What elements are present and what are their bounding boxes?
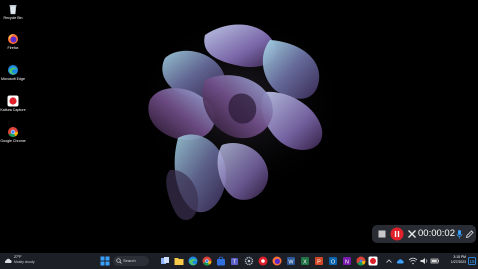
task-view-icon[interactable] [160,256,170,266]
mic-icon[interactable] [456,229,463,239]
taskbar-search[interactable]: Search [113,256,149,266]
onenote-icon[interactable]: N [342,256,352,266]
pause-icon[interactable] [390,227,404,241]
svg-text:X: X [303,260,307,266]
svg-text:N: N [345,260,349,266]
kaltura-icon[interactable] [368,256,378,266]
recording-timer: 00:00:02 [418,228,455,239]
weather-temp: 27°F [14,255,22,259]
desktop-icon-label: Recycle Bin [3,16,23,20]
excel-icon[interactable]: X [300,256,310,266]
desktop-icon-edge[interactable]: Microsoft Edge [0,64,26,81]
store-icon[interactable] [216,256,226,266]
start-icon[interactable] [100,256,110,266]
edge-icon [8,65,18,75]
firefox-icon [8,34,18,44]
chrome-icon [8,127,18,137]
chevron-up-icon[interactable] [384,256,394,266]
notification-icon[interactable]: 15 [467,256,477,266]
stop-icon[interactable] [377,229,387,239]
file-explorer-icon[interactable] [174,256,184,266]
photos-icon[interactable] [258,256,268,266]
word-icon[interactable]: W [286,256,296,266]
weather-condition: Mostly cloudy [14,260,35,264]
settings-icon[interactable] [244,256,254,266]
outlook-icon[interactable]: O [328,256,338,266]
teams-icon[interactable]: T [230,256,240,266]
desktop-icon-recycle-bin[interactable]: Recycle Bin [0,3,26,20]
volume-icon[interactable] [419,256,429,266]
kaltura-recorder-bar: 00:00:02 [372,225,476,243]
desktop-icon-chrome[interactable]: Google Chrome [0,126,26,143]
powerpoint-icon[interactable]: P [314,256,324,266]
kaltura-capture-icon [7,95,19,107]
desktop-icon-label: Microsoft Edge [1,77,25,81]
wallpaper-bloom [0,0,478,253]
desktop: Recycle Bin Firefox Microsoft Edge Kaltu… [0,0,478,253]
system-tray [384,253,444,269]
edge-icon[interactable] [188,256,198,266]
search-icon [116,258,122,264]
svg-text:T: T [233,260,236,266]
battery-icon[interactable] [430,256,440,266]
svg-text:15: 15 [469,259,475,264]
cloud-icon [4,258,12,263]
wifi-icon[interactable] [408,256,418,266]
desktop-icon-label: Firefox [7,46,19,50]
svg-text:P: P [317,260,321,266]
search-label: Search [123,258,136,263]
taskbar-clock[interactable]: 3:15 PM 1/27/2023 [444,255,466,264]
desktop-icon-firefox[interactable]: Firefox [0,33,26,50]
desktop-icon-label: Kaltura Capture [0,108,26,112]
svg-text:W: W [288,260,294,266]
taskbar: 27°F Mostly cloudy Search T W X P O N 3:… [0,253,478,269]
recycle-bin-icon [9,5,17,15]
clock-date: 1/27/2023 [450,259,466,264]
firefox-icon[interactable] [272,256,282,266]
chrome-icon[interactable] [202,256,212,266]
desktop-icon-label: Google Chrome [0,139,26,143]
close-icon[interactable] [407,229,417,239]
svg-text:O: O [331,260,336,266]
cloud-icon[interactable] [396,256,406,266]
chrome-icon[interactable] [356,256,366,266]
desktop-icon-kaltura[interactable]: Kaltura Capture [0,95,26,112]
pen-icon[interactable] [465,229,474,239]
